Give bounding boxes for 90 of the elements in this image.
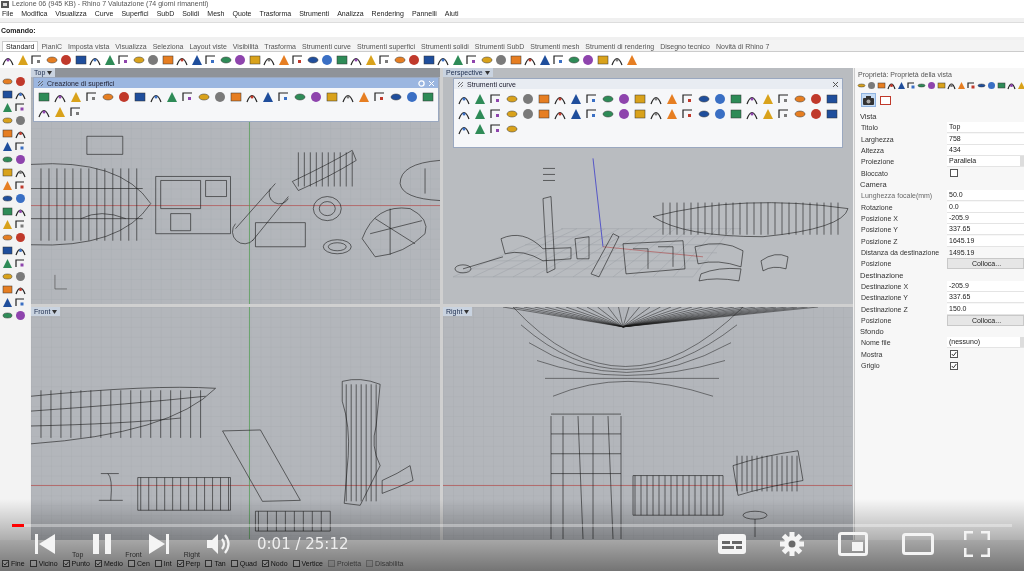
tool-icon[interactable]	[1007, 81, 1016, 90]
miniplayer-button[interactable]	[838, 532, 868, 556]
pause-button[interactable]	[93, 533, 111, 555]
tool-icon[interactable]	[698, 108, 710, 120]
checkbox[interactable]	[176, 560, 184, 567]
tool-icon[interactable]	[538, 54, 551, 66]
stool-drawing	[98, 473, 124, 501]
tool-icon[interactable]	[15, 89, 26, 100]
tool-icon[interactable]	[570, 93, 582, 105]
box-drawing	[86, 136, 124, 155]
tool-icon[interactable]	[466, 54, 478, 66]
tool-icon[interactable]	[826, 93, 838, 105]
checkbox[interactable]	[950, 169, 958, 178]
tool-icon[interactable]	[422, 91, 434, 103]
checkbox[interactable]	[62, 560, 70, 567]
torus-drawing	[313, 196, 342, 221]
checkbox[interactable]	[292, 560, 300, 567]
tool-icon[interactable]	[38, 91, 50, 103]
caret-icon[interactable]	[464, 309, 470, 314]
checkbox[interactable]	[94, 560, 102, 567]
tool-icon[interactable]	[826, 108, 838, 120]
caret-icon[interactable]	[47, 70, 53, 75]
volume-button[interactable]	[207, 533, 233, 555]
tool-icon[interactable]	[2, 193, 13, 204]
tool-icon[interactable]	[2, 245, 13, 256]
ribbon-drawing	[292, 150, 357, 191]
cylinder-drawing	[232, 183, 289, 245]
theater-mode-button[interactable]	[902, 533, 934, 555]
tool-icon[interactable]	[390, 91, 402, 103]
tool-icon[interactable]	[2, 206, 13, 217]
ribbon-drawing	[381, 465, 414, 494]
tool-icon[interactable]	[698, 93, 710, 105]
tool-icon[interactable]	[306, 54, 319, 66]
tool-icon[interactable]	[190, 54, 203, 66]
checkbox[interactable]	[230, 560, 238, 567]
grip-icon	[37, 79, 44, 87]
cylinder-drawing	[590, 233, 620, 278]
tool-icon[interactable]	[335, 54, 348, 66]
tool-icon[interactable]	[947, 81, 956, 90]
checkbox[interactable]	[127, 560, 135, 567]
captions-button[interactable]	[718, 534, 746, 554]
tool-icon[interactable]	[234, 54, 246, 66]
tool-icon[interactable]	[2, 141, 13, 152]
checkbox[interactable]	[154, 560, 162, 567]
caret-icon[interactable]	[484, 70, 490, 75]
tool-icon[interactable]	[74, 54, 87, 66]
tool-icon[interactable]	[262, 91, 274, 103]
next-button[interactable]	[149, 533, 169, 555]
shell-drawing	[399, 160, 440, 201]
previous-button[interactable]	[35, 533, 55, 555]
tool-icon[interactable]	[887, 81, 896, 90]
tool-icon[interactable]	[730, 93, 742, 105]
tool-icon[interactable]	[897, 81, 906, 90]
settings-button[interactable]	[780, 532, 804, 556]
checkbox[interactable]	[261, 560, 269, 567]
tool-icon[interactable]	[2, 89, 13, 100]
dome-drawing	[361, 207, 427, 258]
ring-drawing	[323, 239, 352, 255]
rectangle-icon	[880, 95, 891, 105]
panel-drawing	[732, 450, 804, 496]
table-drawing	[742, 510, 768, 538]
properties-tab[interactable]	[861, 93, 876, 107]
checkbox[interactable]	[29, 560, 37, 567]
tool-icon[interactable]	[15, 284, 26, 295]
tool-icon[interactable]	[15, 128, 26, 139]
tool-icon[interactable]	[2, 297, 13, 308]
tool-icon[interactable]	[15, 206, 26, 217]
checkbox[interactable]	[950, 361, 958, 370]
checkbox[interactable]	[2, 560, 9, 567]
caret-icon[interactable]	[52, 309, 58, 314]
tool-icon[interactable]	[582, 54, 594, 66]
app-icon	[1, 0, 9, 8]
slab-drawing	[255, 222, 306, 248]
tool-icon[interactable]	[15, 245, 26, 256]
checkbox[interactable]	[205, 560, 213, 567]
axis-icon	[54, 274, 68, 290]
tool-icon[interactable]	[570, 108, 582, 120]
camera-icon	[863, 95, 874, 105]
tool-icon[interactable]	[118, 54, 130, 66]
checkbox[interactable]	[950, 350, 958, 359]
properties-tab[interactable]	[878, 93, 893, 107]
tool-icon[interactable]	[730, 108, 742, 120]
slab-drawing	[574, 236, 590, 260]
house-drawing	[622, 240, 686, 275]
tool-icon[interactable]	[134, 91, 146, 103]
tool-icon[interactable]	[422, 54, 435, 66]
fullscreen-button[interactable]	[964, 531, 990, 557]
close-icon[interactable]	[832, 80, 839, 88]
grip-icon	[457, 80, 464, 88]
tool-icon[interactable]	[15, 167, 26, 178]
